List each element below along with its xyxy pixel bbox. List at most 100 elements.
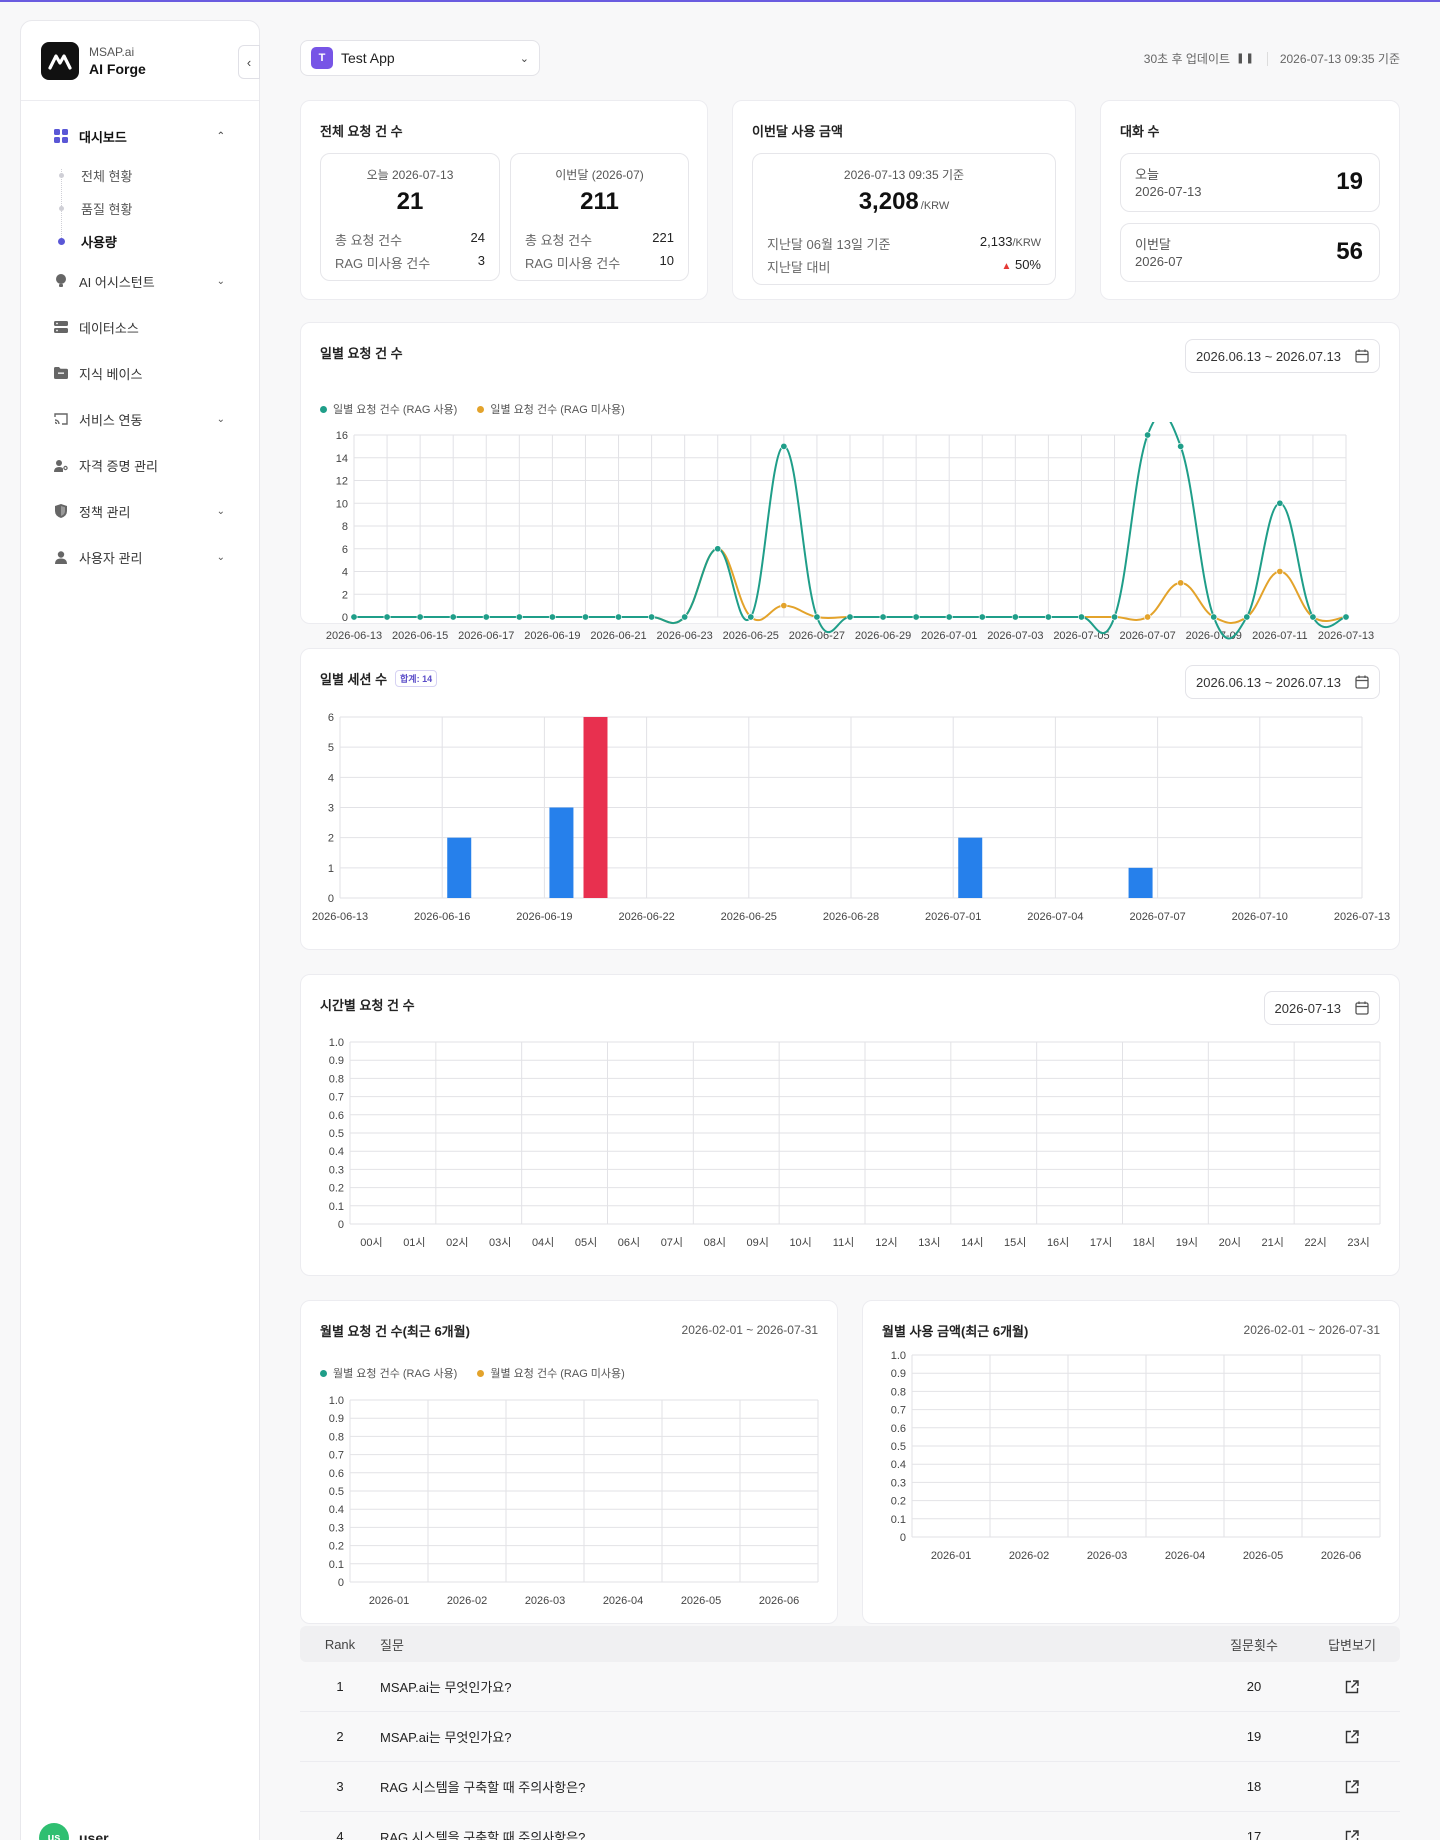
- y-tick-label: 1: [328, 863, 334, 875]
- y-tick-label: 0.3: [329, 1164, 344, 1176]
- y-tick-label: 0.5: [329, 1486, 344, 1498]
- x-tick-label: 2026-06-15: [392, 630, 448, 642]
- table-row[interactable]: 1 MSAP.ai는 무엇인가요? 20: [300, 1662, 1400, 1712]
- x-tick-label: 2026-06-16: [414, 911, 470, 923]
- date-range-picker[interactable]: 2026.06.13 ~ 2026.07.13: [1185, 665, 1380, 699]
- sidebar-item-dashboard[interactable]: 대시보드 ⌃: [21, 113, 259, 159]
- app-select[interactable]: T Test App ⌄: [300, 40, 540, 76]
- sidebar-item-ai-assistant[interactable]: AI 어시스턴트 ⌄: [21, 258, 259, 304]
- y-tick-label: 0.7: [891, 1405, 906, 1417]
- header-question[interactable]: 질문: [380, 1635, 1204, 1654]
- x-tick-label: 23시: [1347, 1237, 1369, 1249]
- diff-row: 지난달 대비 ▲ 50%: [767, 257, 1041, 275]
- app-badge: T: [311, 47, 333, 69]
- cost-caption: 2026-07-13 09:35 기준: [843, 168, 965, 182]
- legend-item-norag[interactable]: 월별 요청 건수 (RAG 미사용): [477, 1365, 625, 1381]
- norag-row: RAG 미사용 건수 3: [335, 253, 485, 271]
- x-tick-label: 01시: [403, 1237, 425, 1249]
- header-rank[interactable]: Rank: [300, 1637, 380, 1652]
- y-tick-label: 4: [342, 567, 348, 579]
- data-point: [383, 613, 391, 621]
- y-tick-label: 0.6: [891, 1423, 906, 1435]
- x-tick-label: 14시: [961, 1237, 983, 1249]
- row-rank: 2: [336, 1729, 344, 1744]
- y-tick-label: 1.0: [891, 1350, 906, 1362]
- sidebar-item-knowledge-base[interactable]: 지식 베이스: [21, 350, 259, 396]
- sidebar-subitem-quality[interactable]: 품질 현황: [59, 192, 259, 225]
- date-range-text: 2026-02-01 ~ 2026-07-31: [681, 1323, 818, 1337]
- data-point: [615, 613, 623, 621]
- data-point: [482, 613, 490, 621]
- row-count: 17: [1246, 1829, 1262, 1840]
- sidebar-subitem-usage[interactable]: 사용량: [58, 225, 259, 258]
- chevron-down-icon: ⌄: [216, 275, 225, 287]
- collapse-sidebar-button[interactable]: ‹: [238, 45, 260, 79]
- x-tick-label: 2026-06-19: [524, 630, 580, 642]
- y-tick-label: 0.2: [329, 1541, 344, 1553]
- table-row[interactable]: 4 RAG 시스템을 구축할 때 주의사항은? 17: [300, 1812, 1400, 1840]
- y-tick-label: 0.9: [329, 1413, 344, 1425]
- row-count: 18: [1246, 1779, 1262, 1794]
- y-tick-label: 0: [342, 612, 348, 624]
- card-title: 월별 사용 금액(최근 6개월): [882, 1324, 1029, 1339]
- x-tick-label: 17시: [1090, 1237, 1112, 1249]
- card-title: 전체 요청 건 수: [320, 124, 403, 139]
- external-link-icon[interactable]: [1345, 1779, 1359, 1794]
- x-tick-label: 2026-07-10: [1232, 911, 1288, 923]
- today-conv-value: 19: [1336, 168, 1363, 195]
- data-point: [780, 442, 788, 450]
- y-tick-label: 0: [900, 1532, 906, 1544]
- x-tick-label: 19시: [1176, 1237, 1198, 1249]
- data-point: [681, 613, 689, 621]
- table-row[interactable]: 3 RAG 시스템을 구축할 때 주의사항은? 18: [300, 1762, 1400, 1812]
- total-tag: 합계: 14: [395, 670, 438, 687]
- y-tick-label: 10: [336, 498, 348, 510]
- user-name: user: [79, 1830, 109, 1840]
- date-range-picker[interactable]: 2026.06.13 ~ 2026.07.13: [1185, 339, 1380, 373]
- sidebar-item-credentials[interactable]: 자격 증명 관리: [21, 442, 259, 488]
- sidebar-item-label: 자격 증명 관리: [79, 458, 158, 474]
- brand-name: AI Forge: [89, 60, 146, 77]
- x-tick-label: 16시: [1047, 1237, 1069, 1249]
- header-count[interactable]: 질문횟수: [1204, 1635, 1304, 1654]
- subitem-label: 품질 현황: [81, 202, 133, 217]
- cost-value-row: 3,208/KRW: [753, 188, 1055, 216]
- sidebar-subitem-overview[interactable]: 전체 현황: [59, 159, 259, 192]
- update-countdown: 30초 후 업데이트: [1143, 52, 1231, 66]
- date-picker[interactable]: 2026-07-13: [1263, 991, 1380, 1025]
- external-link-icon[interactable]: [1345, 1679, 1359, 1694]
- y-tick-label: 0.1: [891, 1514, 906, 1526]
- sidebar-item-user-management[interactable]: 사용자 관리 ⌄: [21, 534, 259, 580]
- cost-card: 이번달 사용 금액 2026-07-13 09:35 기준 3,208/KRW …: [732, 100, 1076, 300]
- data-point: [1309, 613, 1317, 621]
- requests-card: 전체 요청 건 수 오늘 2026-07-13 21 총 요청 건수 24 RAG…: [300, 100, 708, 300]
- y-tick-label: 0.8: [891, 1386, 906, 1398]
- sidebar-item-policy[interactable]: 정책 관리 ⌄: [21, 488, 259, 534]
- sidebar-item-service-integration[interactable]: 서비스 연동 ⌄: [21, 396, 259, 442]
- pause-icon[interactable]: ❚❚: [1236, 53, 1255, 64]
- x-tick-label: 2026-07-11: [1252, 630, 1307, 642]
- x-tick-label: 2026-06-17: [458, 630, 514, 642]
- y-tick-label: 16: [336, 430, 348, 442]
- month-date: 2026-07: [1135, 254, 1183, 269]
- legend-item-norag[interactable]: 일별 요청 건수 (RAG 미사용): [477, 401, 625, 417]
- sidebar-item-datasource[interactable]: 데이터소스: [21, 304, 259, 350]
- top-questions-table: Rank 질문 질문횟수 답변보기 1 MSAP.ai는 무엇인가요? 20 2…: [300, 1626, 1400, 1840]
- table-row[interactable]: 2 MSAP.ai는 무엇인가요? 19: [300, 1712, 1400, 1762]
- row-rank: 1: [336, 1679, 344, 1694]
- y-tick-label: 0: [338, 1577, 344, 1589]
- legend-item-rag[interactable]: 월별 요청 건수 (RAG 사용): [320, 1365, 457, 1381]
- external-link-icon[interactable]: [1345, 1729, 1359, 1744]
- bar: [447, 837, 472, 898]
- external-link-icon[interactable]: [1345, 1829, 1359, 1840]
- brand[interactable]: MSAP.ai AI Forge: [21, 21, 259, 101]
- app-name: Test App: [341, 50, 395, 66]
- y-tick-label: 5: [328, 742, 334, 754]
- date-range-text: 2026-02-01 ~ 2026-07-31: [1243, 1323, 1380, 1337]
- x-tick-label: 15시: [1004, 1237, 1026, 1249]
- user-profile[interactable]: us user: [39, 1823, 109, 1840]
- x-tick-label: 2026-06-25: [723, 630, 779, 642]
- month-requests-box: 이번달 (2026-07) 211 총 요청 건수 221 RAG 미사용 건수 1…: [510, 153, 689, 281]
- x-tick-label: 10시: [789, 1237, 811, 1249]
- legend-item-rag[interactable]: 일별 요청 건수 (RAG 사용): [320, 401, 457, 417]
